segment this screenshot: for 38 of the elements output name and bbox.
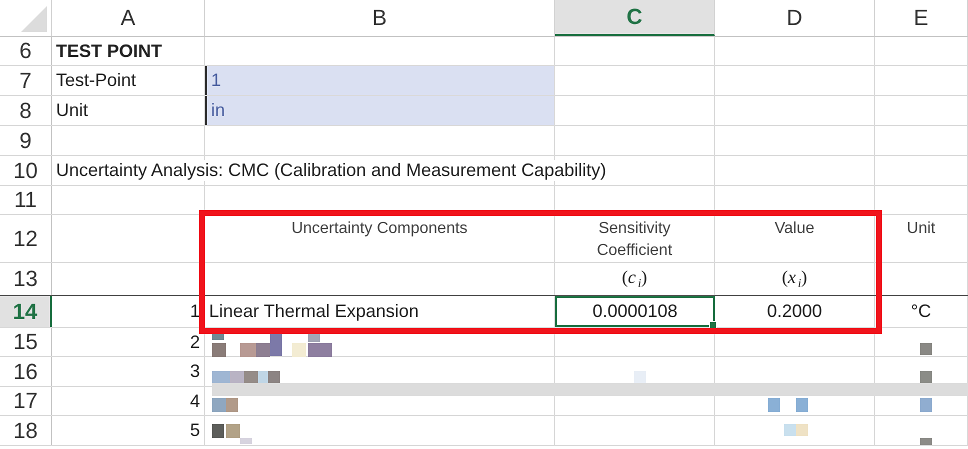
cell-text: °C bbox=[910, 301, 932, 322]
column-header[interactable]: E bbox=[875, 0, 968, 36]
column-header[interactable]: A bbox=[52, 0, 205, 36]
cell-text: Linear Thermal Expansion bbox=[209, 301, 419, 322]
cell-text: 1 bbox=[211, 70, 222, 91]
column-header[interactable]: D bbox=[715, 0, 875, 36]
row-header[interactable]: 18 bbox=[0, 416, 52, 445]
cell-text: 4 bbox=[190, 390, 200, 412]
input-cell[interactable]: in bbox=[205, 96, 555, 125]
cell-text: Uncertainty Components bbox=[291, 219, 468, 239]
row-header[interactable]: 11 bbox=[0, 186, 52, 214]
cell-text: 2 bbox=[190, 332, 200, 352]
input-cell[interactable]: 1 bbox=[205, 66, 555, 95]
row-header[interactable]: 16 bbox=[0, 357, 52, 386]
cell-text: Unit bbox=[906, 219, 936, 239]
row-header[interactable]: 6 bbox=[0, 37, 52, 65]
cell-text: (x$_{i}$) bbox=[782, 266, 808, 292]
cell-text: 1 bbox=[190, 301, 200, 322]
cell-text: 0.0000108 bbox=[592, 301, 678, 322]
cell-text: 0.2000 bbox=[766, 301, 822, 322]
row-header[interactable]: 7 bbox=[0, 66, 52, 95]
column-header[interactable]: C bbox=[555, 0, 715, 36]
cell-text: Sensitivity Coefficient bbox=[596, 219, 674, 262]
row-header[interactable]: 10 bbox=[0, 156, 52, 185]
cell-text: 5 bbox=[190, 420, 200, 441]
cell-text: 3 bbox=[190, 361, 200, 382]
row-header[interactable]: 17 bbox=[0, 387, 52, 415]
row-header[interactable]: 8 bbox=[0, 96, 52, 125]
cell-text: (c$_{i}$) bbox=[622, 266, 648, 292]
row-header[interactable]: 13 bbox=[0, 263, 52, 295]
cell-text: in bbox=[211, 100, 226, 121]
row-header[interactable]: 15 bbox=[0, 328, 52, 356]
row-header[interactable]: 12 bbox=[0, 215, 52, 262]
cell-text: Value bbox=[774, 219, 814, 239]
active-cell-frame[interactable]: 0.0000108 bbox=[555, 296, 715, 327]
row-header[interactable]: 14 bbox=[0, 296, 52, 327]
cell-text: Uncertainty Analysis: CMC (Calibration and Measurement Capability) bbox=[56, 160, 606, 181]
row-header[interactable]: 9 bbox=[0, 126, 52, 155]
